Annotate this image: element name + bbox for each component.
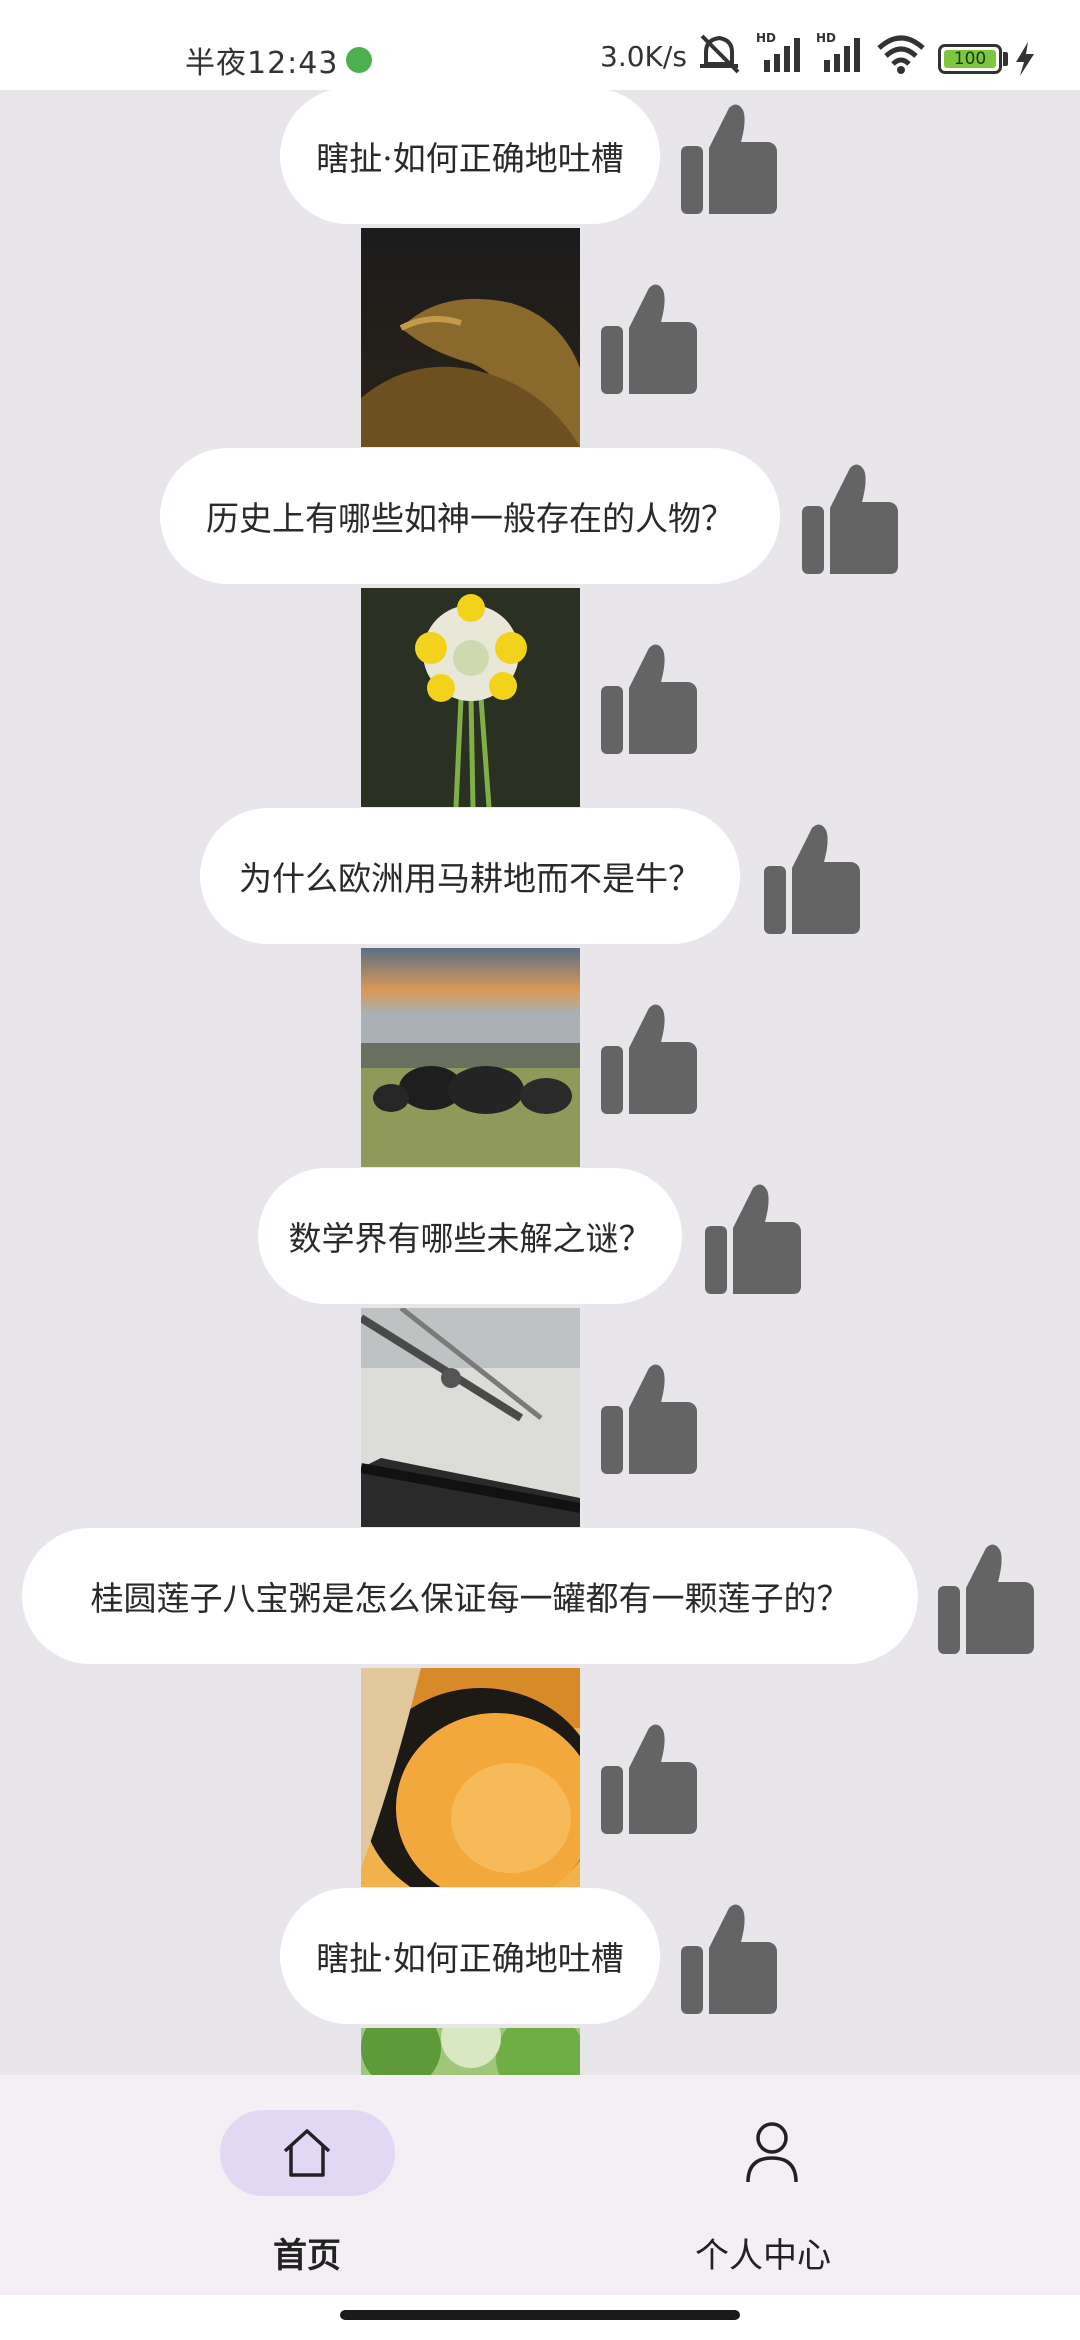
svg-text:HD: HD	[816, 31, 836, 45]
tree-photo-art	[361, 2028, 580, 2075]
thumbs-up-icon[interactable]	[764, 822, 860, 934]
drafting-tools-photo[interactable]	[361, 1308, 580, 1527]
mute-bell-icon	[700, 34, 740, 74]
person-icon	[746, 2122, 798, 2183]
home-indicator[interactable]	[340, 2310, 740, 2320]
question-pill[interactable]: 历史上有哪些如神一般存在的人物？	[160, 448, 780, 584]
network-speed: 3.0K/s	[600, 40, 687, 73]
notification-dot-icon	[346, 47, 372, 73]
flower-photo-art	[361, 588, 580, 807]
battery-icon: 100	[938, 44, 1002, 74]
porridge-spoon-photo[interactable]	[361, 1668, 580, 1887]
question-title: 历史上有哪些如神一般存在的人物？	[206, 499, 734, 538]
thumbs-up-icon[interactable]	[681, 102, 777, 214]
thumbs-up-icon[interactable]	[681, 1902, 777, 2014]
signal-hd-icon: HD	[816, 31, 860, 72]
question-title: 数学界有哪些未解之谜？	[288, 1219, 652, 1258]
yellow-flower-photo[interactable]	[361, 588, 580, 807]
thumbs-up-icon[interactable]	[705, 1182, 801, 1294]
drafting-photo-art	[361, 1308, 580, 1527]
thumbs-up-icon[interactable]	[601, 282, 697, 394]
question-pill[interactable]: 为什么欧洲用马耕地而不是牛？	[200, 808, 740, 944]
home-icon	[283, 2129, 331, 2177]
wifi-icon	[877, 35, 925, 74]
question-pill[interactable]: 数学界有哪些未解之谜？	[258, 1168, 682, 1304]
thumbs-up-icon[interactable]	[938, 1542, 1034, 1654]
buffalo-photo-art	[361, 948, 580, 1167]
buffalo-field-photo[interactable]	[361, 948, 580, 1167]
status-bar: 半夜12:43 3.0K/s HD HD 100	[0, 0, 1080, 90]
snake-photo[interactable]	[361, 228, 580, 447]
snake-photo-art	[361, 228, 580, 447]
signal-hd-icon: HD	[756, 31, 800, 72]
thumbs-up-icon[interactable]	[802, 462, 898, 574]
thumbs-up-icon[interactable]	[601, 1722, 697, 1834]
question-title: 为什么欧洲用马耕地而不是牛？	[239, 859, 701, 898]
porridge-photo-art	[361, 1668, 580, 1887]
question-pill[interactable]: 瞎扯·如何正确地吐槽	[280, 1888, 660, 2024]
question-pill[interactable]: 瞎扯·如何正确地吐槽	[280, 90, 660, 224]
bottom-navigation: 首页 个人中心	[0, 2075, 1080, 2295]
question-feed[interactable]: 瞎扯·如何正确地吐槽 历史上有哪些如神一般存在的人物？ 为什么欧洲用马耕地而不是…	[0, 90, 1080, 2075]
green-tree-photo[interactable]	[361, 2028, 580, 2075]
status-time: 半夜12:43	[185, 46, 339, 81]
question-title: 瞎扯·如何正确地吐槽	[316, 1939, 624, 1978]
nav-label-home: 首页	[273, 2236, 341, 2276]
svg-text:HD: HD	[756, 31, 776, 45]
question-title: 瞎扯·如何正确地吐槽	[316, 139, 624, 178]
thumbs-up-icon[interactable]	[601, 1362, 697, 1474]
battery-tip	[1003, 52, 1008, 66]
question-pill[interactable]: 桂圆莲子八宝粥是怎么保证每一罐都有一颗莲子的？	[22, 1528, 918, 1664]
battery-level: 100	[953, 49, 987, 69]
thumbs-up-icon[interactable]	[601, 1002, 697, 1114]
thumbs-up-icon[interactable]	[601, 642, 697, 754]
charging-bolt-icon	[1016, 42, 1034, 76]
nav-label-profile: 个人中心	[695, 2236, 831, 2276]
question-title: 桂圆莲子八宝粥是怎么保证每一罐都有一颗莲子的？	[90, 1579, 850, 1618]
